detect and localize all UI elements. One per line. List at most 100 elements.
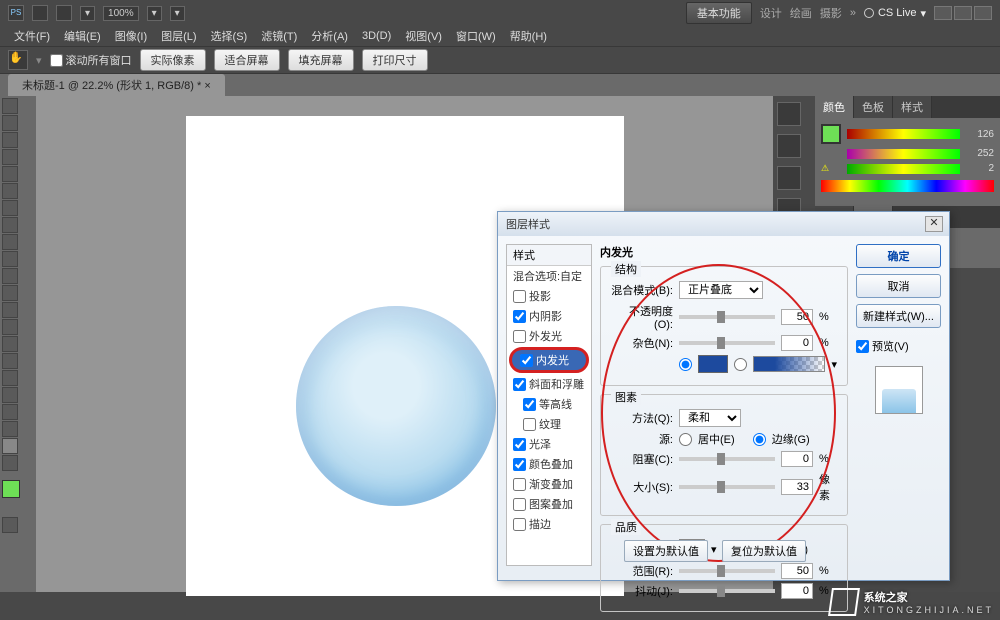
style-coloroverlay[interactable]: 颜色叠加 xyxy=(507,454,591,474)
dialog-close-icon[interactable]: ✕ xyxy=(925,216,943,232)
mb-icon[interactable] xyxy=(56,5,72,21)
style-gradoverlay[interactable]: 渐变叠加 xyxy=(507,474,591,494)
g-value[interactable]: 252 xyxy=(966,148,994,159)
maximize-button[interactable] xyxy=(954,6,972,20)
workspace-paint[interactable]: 绘画 xyxy=(790,5,812,21)
preview-checkbox[interactable]: 预览(V) xyxy=(856,338,941,354)
style-dropshadow[interactable]: 投影 xyxy=(507,286,591,306)
print-size-button[interactable]: 打印尺寸 xyxy=(362,49,428,71)
choke-field[interactable]: 0 xyxy=(781,451,813,467)
eraser-tool[interactable] xyxy=(2,268,18,284)
move-tool[interactable] xyxy=(2,98,18,114)
dialog-titlebar[interactable]: 图层样式 ✕ xyxy=(498,212,949,236)
color-swatches[interactable] xyxy=(2,480,32,510)
arrange-dropdown[interactable]: ▾ xyxy=(170,6,185,21)
brushes-panel-icon[interactable] xyxy=(777,166,801,190)
close-button[interactable] xyxy=(974,6,992,20)
style-innershadow[interactable]: 内阴影 xyxy=(507,306,591,326)
history-brush-tool[interactable] xyxy=(2,251,18,267)
scroll-all-checkbox[interactable]: 滚动所有窗口 xyxy=(50,52,132,68)
screen-dropdown[interactable]: ▾ xyxy=(147,6,162,21)
fit-screen-button[interactable]: 适合屏幕 xyxy=(214,49,280,71)
fill-screen-button[interactable]: 填充屏幕 xyxy=(288,49,354,71)
ok-button[interactable]: 确定 xyxy=(856,244,941,268)
foreground-swatch[interactable] xyxy=(2,480,20,498)
bri-slider[interactable] xyxy=(847,164,960,174)
zoom-tool[interactable] xyxy=(2,455,18,471)
jitter-field[interactable]: 0 xyxy=(781,583,813,599)
pen-tool[interactable] xyxy=(2,336,18,352)
r-value[interactable]: 126 xyxy=(966,129,994,140)
tab-styles[interactable]: 样式 xyxy=(893,96,932,118)
tab-close-icon[interactable]: × xyxy=(204,80,210,92)
b-value[interactable]: 2 xyxy=(966,163,994,174)
technique-select[interactable]: 柔和 xyxy=(679,409,741,427)
jitter-slider[interactable] xyxy=(679,589,775,593)
marquee-tool[interactable] xyxy=(2,115,18,131)
menu-filter[interactable]: 滤镜(T) xyxy=(255,26,303,46)
cancel-button[interactable]: 取消 xyxy=(856,274,941,298)
blend-options-row[interactable]: 混合选项:自定 xyxy=(507,266,591,286)
menu-window[interactable]: 窗口(W) xyxy=(450,26,502,46)
range-field[interactable]: 50 xyxy=(781,563,813,579)
style-texture[interactable]: 纹理 xyxy=(507,414,591,434)
menu-view[interactable]: 视图(V) xyxy=(399,26,448,46)
char-panel-icon[interactable] xyxy=(777,134,801,158)
menu-select[interactable]: 选择(S) xyxy=(205,26,254,46)
shape-tool[interactable] xyxy=(2,387,18,403)
actual-pixels-button[interactable]: 实际像素 xyxy=(140,49,206,71)
hand-tool[interactable] xyxy=(2,438,18,454)
minimize-button[interactable] xyxy=(934,6,952,20)
source-center-radio[interactable] xyxy=(679,433,692,446)
glow-gradient-picker[interactable] xyxy=(753,356,825,372)
quickmask-button[interactable] xyxy=(2,517,18,533)
menu-file[interactable]: 文件(F) xyxy=(8,26,56,46)
sat-slider[interactable] xyxy=(847,149,960,159)
opacity-slider[interactable] xyxy=(679,315,775,319)
hue-slider[interactable] xyxy=(847,129,960,139)
choke-slider[interactable] xyxy=(679,457,775,461)
zoom-dropdown[interactable]: 100% xyxy=(103,6,139,21)
view-layout-dropdown[interactable]: ▾ xyxy=(80,6,95,21)
range-slider[interactable] xyxy=(679,569,775,573)
size-slider[interactable] xyxy=(679,485,775,489)
blur-tool[interactable] xyxy=(2,302,18,318)
menu-help[interactable]: 帮助(H) xyxy=(504,26,553,46)
spectrum-bar[interactable] xyxy=(821,180,994,192)
menu-3d[interactable]: 3D(D) xyxy=(356,28,397,44)
styles-header[interactable]: 样式 xyxy=(507,245,591,266)
color-radio-gradient[interactable] xyxy=(734,358,747,371)
style-bevel[interactable]: 斜面和浮雕 xyxy=(507,374,591,394)
new-style-button[interactable]: 新建样式(W)... xyxy=(856,304,941,328)
color-swatch-fg[interactable] xyxy=(821,124,841,144)
document-tab[interactable]: 未标题-1 @ 22.2% (形状 1, RGB/8) * × xyxy=(8,74,225,96)
noise-slider[interactable] xyxy=(679,341,775,345)
tab-color[interactable]: 颜色 xyxy=(815,96,854,118)
glow-color-swatch[interactable] xyxy=(698,355,728,373)
type-tool[interactable] xyxy=(2,353,18,369)
style-satin[interactable]: 光泽 xyxy=(507,434,591,454)
path-tool[interactable] xyxy=(2,370,18,386)
cslive-button[interactable]: CS Live▾ xyxy=(864,7,926,20)
opacity-field[interactable]: 50 xyxy=(781,309,813,325)
reset-default-button[interactable]: 复位为默认值 xyxy=(722,540,806,562)
workspace-design[interactable]: 设计 xyxy=(760,5,782,21)
source-edge-radio[interactable] xyxy=(753,433,766,446)
menu-analysis[interactable]: 分析(A) xyxy=(305,26,354,46)
eyedropper-tool[interactable] xyxy=(2,183,18,199)
menu-layer[interactable]: 图层(L) xyxy=(155,26,202,46)
blendmode-select[interactable]: 正片叠底 xyxy=(679,281,763,299)
style-outerglow[interactable]: 外发光 xyxy=(507,326,591,346)
bridge-icon[interactable] xyxy=(32,5,48,21)
ps-icon[interactable]: PS xyxy=(8,5,24,21)
workspace-photo[interactable]: 摄影 xyxy=(820,5,842,21)
heal-tool[interactable] xyxy=(2,200,18,216)
make-default-button[interactable]: 设置为默认值 xyxy=(624,540,708,562)
3d-tool[interactable] xyxy=(2,404,18,420)
wand-tool[interactable] xyxy=(2,149,18,165)
workspace-basic[interactable]: 基本功能 xyxy=(686,2,752,24)
style-innerglow[interactable]: 内发光 xyxy=(512,350,586,370)
lasso-tool[interactable] xyxy=(2,132,18,148)
brush-tool[interactable] xyxy=(2,217,18,233)
noise-field[interactable]: 0 xyxy=(781,335,813,351)
